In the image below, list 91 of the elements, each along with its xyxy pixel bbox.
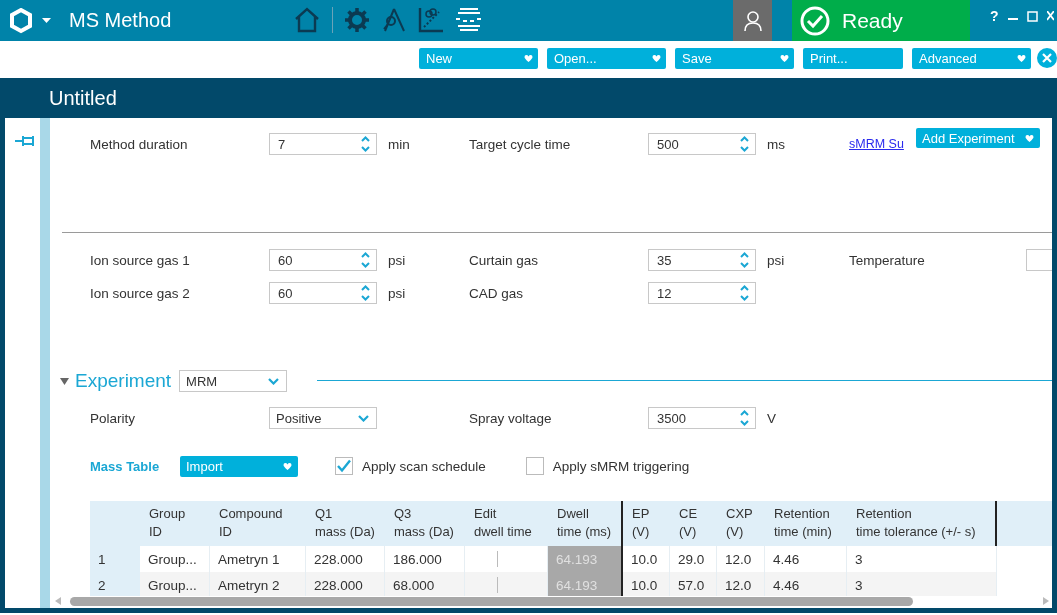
number-field[interactable]: 3500 (648, 407, 756, 429)
unit-label: psi (387, 285, 407, 301)
expander-icon[interactable] (60, 376, 69, 386)
close-icon[interactable] (1037, 48, 1057, 68)
spinner-icon[interactable] (740, 285, 749, 301)
field-label: Target cycle time (469, 136, 572, 152)
field-label: Temperature (849, 252, 926, 268)
table-cell[interactable] (465, 572, 548, 596)
home-icon[interactable] (293, 6, 321, 34)
close-icon[interactable] (1046, 11, 1054, 21)
chevron-icon (358, 414, 369, 422)
help-button[interactable]: ? (990, 8, 999, 24)
column-header[interactable]: CE (V) (670, 501, 717, 546)
field-label: Ion source gas 2 (90, 285, 191, 301)
chevron-icon (268, 377, 280, 385)
maximize-icon[interactable] (1026, 10, 1038, 22)
caret-icon (1024, 134, 1034, 142)
type-dropdown[interactable]: MRM (179, 370, 288, 392)
number-field[interactable]: 7 (269, 133, 377, 155)
field-label: CAD gas (469, 285, 525, 301)
column-header[interactable]: Q1 mass (Da) (306, 501, 385, 546)
number-field[interactable]: 60 (269, 249, 377, 271)
row-number: 2 (90, 572, 140, 596)
spinner-icon[interactable] (361, 285, 370, 301)
gear-icon[interactable] (343, 6, 371, 34)
table-cell: 4.46 (765, 572, 847, 596)
scrollbar-thumb[interactable] (70, 596, 913, 606)
caret-icon (1017, 54, 1026, 62)
table-cell: Ametryn 2 (210, 572, 306, 596)
summary-link[interactable]: sMRM Su (849, 137, 904, 151)
checkbox-label: Apply scan schedule (362, 458, 486, 474)
table-cell: 228.000 (306, 572, 385, 596)
table-cell: 68.000 (385, 572, 465, 596)
table-cell: 3 (847, 572, 997, 596)
caret-icon (283, 462, 292, 470)
table-cell: Group... (140, 572, 210, 596)
column-header[interactable]: EP (V) (623, 501, 670, 546)
caret-icon (524, 54, 533, 62)
caret-icon (652, 54, 661, 62)
pin-icon[interactable] (15, 135, 37, 147)
field-label: Polarity (90, 410, 136, 426)
checkbox[interactable] (525, 457, 544, 475)
checkbox-label: Apply sMRM triggering (552, 458, 690, 474)
spinner-icon[interactable] (740, 410, 749, 426)
unit-label: V (766, 410, 777, 426)
number-field[interactable]: 35 (648, 249, 756, 271)
column-header[interactable]: Retention time (min) (765, 501, 847, 546)
spinner-icon[interactable] (361, 252, 370, 268)
user-icon (743, 10, 762, 31)
table-cell: 10.0 (623, 572, 670, 596)
caret-icon[interactable] (42, 17, 51, 24)
field-label: Curtain gas (469, 252, 540, 268)
column-header[interactable]: Compound ID (210, 501, 306, 546)
row-number: 1 (90, 546, 140, 572)
chart-icon[interactable] (417, 6, 445, 34)
unit-label: psi (387, 252, 407, 268)
section-title: Experiment (75, 370, 172, 392)
hexagon-logo-icon[interactable] (9, 7, 33, 34)
scroll-right-icon[interactable] (1043, 597, 1049, 605)
unit-label: min (387, 136, 411, 152)
spinner-icon[interactable] (361, 136, 370, 152)
table-cell: 64.193 (548, 546, 623, 572)
number-field[interactable]: 60 (269, 282, 377, 304)
caret-icon (780, 54, 789, 62)
table-cell: 12.0 (717, 572, 765, 596)
polarity-dropdown[interactable]: Positive (269, 407, 377, 429)
spinner-icon[interactable] (740, 136, 749, 152)
unit-label: psi (766, 252, 786, 268)
list-icon[interactable] (454, 6, 482, 34)
scroll-left-icon[interactable] (55, 597, 61, 605)
window-title: MS Method (69, 9, 172, 32)
number-field[interactable]: 12 (648, 282, 756, 304)
number-field[interactable]: 500 (648, 133, 756, 155)
spinner-icon[interactable] (740, 252, 749, 268)
column-header[interactable]: Q3 mass (Da) (385, 501, 465, 546)
check-circle-icon (800, 5, 830, 36)
document-title: Untitled (49, 86, 117, 110)
field-label: Spray voltage (469, 410, 553, 426)
column-header[interactable]: CXP (V) (717, 501, 765, 546)
column-header[interactable]: Group ID (140, 501, 210, 546)
unit-label: ms (766, 136, 786, 152)
table-cell: 57.0 (670, 572, 717, 596)
field-label: Method duration (90, 136, 189, 152)
table-cell: 64.193 (548, 572, 623, 596)
column-header[interactable]: Edit dwell time (465, 501, 548, 546)
compass-icon[interactable] (380, 6, 408, 34)
status-text: Ready (842, 8, 903, 33)
section-label: Mass Table (90, 458, 161, 474)
user-button[interactable] (733, 0, 772, 41)
field-label: Ion source gas 1 (90, 252, 191, 268)
checkbox[interactable] (335, 457, 353, 475)
